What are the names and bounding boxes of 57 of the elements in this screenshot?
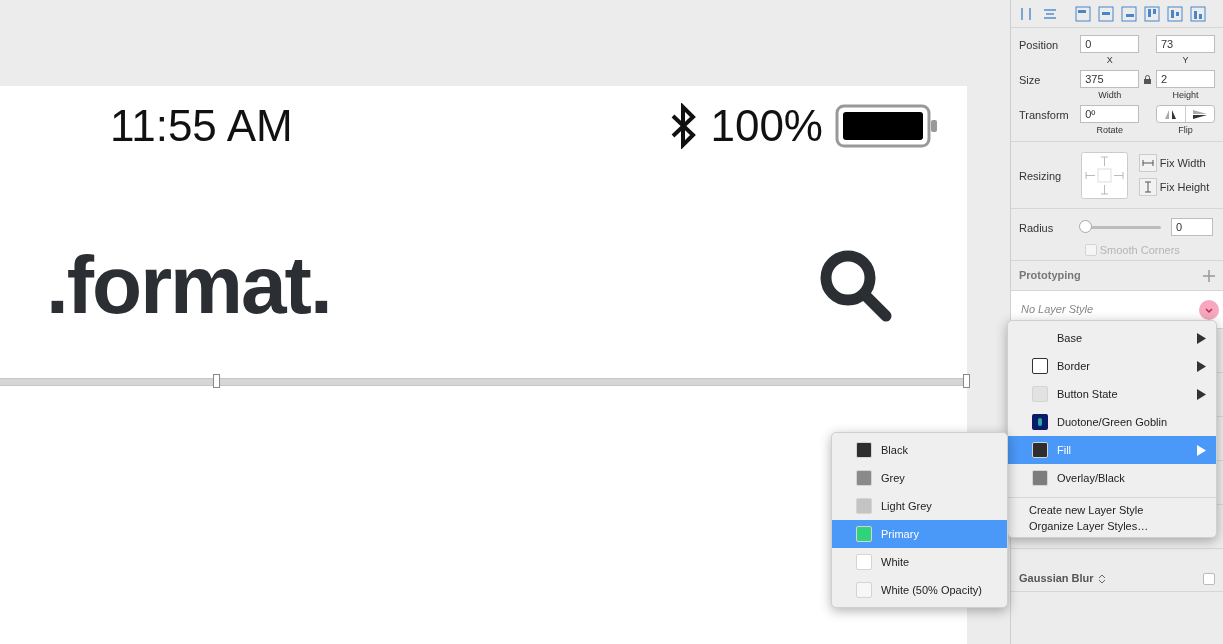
menu-item[interactable]: Black (832, 436, 1007, 464)
image-thumbnail-icon (1032, 414, 1048, 430)
section-header: Prototyping (1019, 268, 1081, 284)
fix-size-label[interactable]: Fix Width (1159, 155, 1206, 172)
plus-icon[interactable] (1203, 269, 1215, 282)
menu-action[interactable]: Create new Layer Style (1008, 502, 1216, 518)
battery-percentage: 100% (710, 100, 823, 152)
lock-icon[interactable] (1144, 75, 1152, 84)
menu-item[interactable]: White (832, 548, 1007, 576)
align-left-icon[interactable] (1075, 5, 1091, 22)
menu-action[interactable]: Organize Layer Styles… (1008, 518, 1216, 534)
battery-icon (835, 103, 939, 149)
menu-item[interactable]: Border (1008, 352, 1216, 380)
layer-style-value[interactable]: No Layer Style (1021, 301, 1094, 318)
checkbox[interactable] (1203, 572, 1215, 585)
menu-item[interactable]: White (50% Opacity) (832, 576, 1007, 604)
slider-thumb[interactable] (1079, 219, 1092, 233)
align-middle-icon[interactable] (1167, 5, 1183, 22)
section-header[interactable]: Gaussian Blur (1019, 570, 1094, 587)
menu-item[interactable]: Grey (832, 464, 1007, 492)
menu-item[interactable]: Light Grey (832, 492, 1007, 520)
field-caption: Width (1097, 89, 1123, 102)
menu-item[interactable]: Overlay/Black (1008, 464, 1216, 492)
dropdown-chevron-icon[interactable] (1199, 299, 1219, 320)
radius-field[interactable]: 0 (1171, 218, 1213, 237)
search-icon[interactable] (818, 248, 892, 322)
fix-size-label[interactable]: Fix Height (1159, 178, 1210, 195)
field-label: Position (1019, 38, 1060, 53)
height-field[interactable]: 2 (1156, 70, 1215, 88)
menu-item[interactable]: Base (1008, 324, 1216, 352)
y-field[interactable]: 73 (1156, 35, 1215, 53)
field-caption: Rotate (1095, 124, 1124, 137)
stepper-icon[interactable] (1097, 572, 1106, 585)
resize-handle[interactable] (213, 374, 220, 388)
menu-item[interactable]: Duotone/Green Goblin (1008, 408, 1216, 436)
fix-height-icon[interactable] (1139, 177, 1157, 196)
field-label: Transform (1019, 108, 1070, 123)
align-center-icon[interactable] (1098, 5, 1114, 22)
align-top-icon[interactable] (1144, 5, 1160, 22)
menu-item[interactable]: Button State (1008, 380, 1216, 408)
rotate-field[interactable]: 0º (1080, 105, 1140, 123)
flip-buttons-icon[interactable] (1156, 105, 1215, 123)
field-caption: Y (1181, 54, 1190, 67)
field-caption: Flip (1177, 124, 1194, 137)
field-label: Resizing (1019, 168, 1063, 184)
field-label: Radius (1019, 221, 1055, 236)
align-bottom-icon[interactable] (1190, 5, 1206, 22)
x-field[interactable]: 0 (1080, 35, 1140, 53)
fix-width-icon[interactable] (1139, 154, 1157, 173)
field-caption: Height (1171, 89, 1200, 102)
width-field[interactable]: 375 (1080, 70, 1140, 88)
app-logo: .format. (46, 244, 331, 326)
field-caption: X (1105, 54, 1114, 67)
align-right-icon[interactable] (1121, 5, 1137, 22)
resize-handle[interactable] (963, 374, 970, 388)
status-time: 11:55 AM (110, 100, 293, 152)
field-label: Size (1019, 73, 1042, 88)
